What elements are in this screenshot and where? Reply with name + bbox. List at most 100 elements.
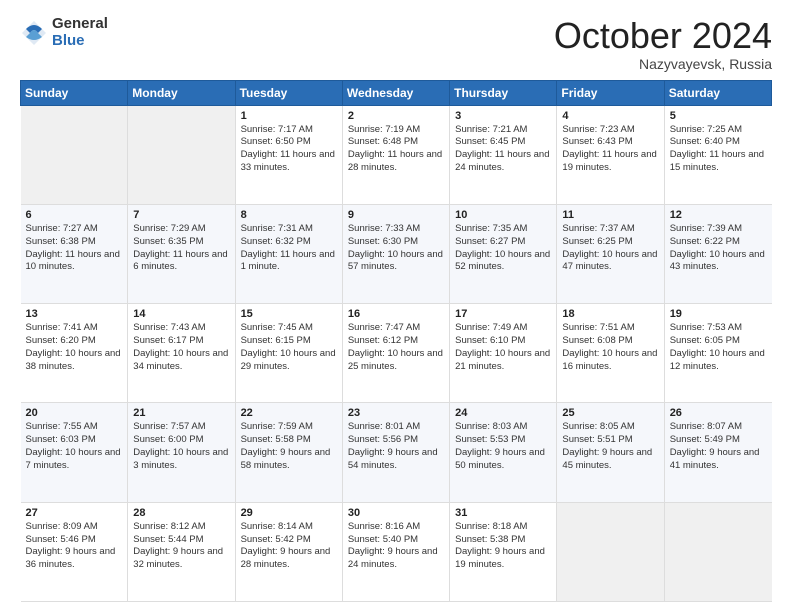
day-number: 21 — [133, 407, 229, 419]
sunrise-text: Sunrise: 7:55 AM — [26, 421, 123, 434]
sunset-text: Sunset: 6:08 PM — [562, 335, 658, 348]
month-title: October 2024 — [554, 16, 772, 56]
sunset-text: Sunset: 6:00 PM — [133, 434, 229, 447]
table-row: 25 Sunrise: 8:05 AM Sunset: 5:51 PM Dayl… — [557, 403, 664, 502]
sunrise-text: Sunrise: 7:27 AM — [26, 223, 123, 236]
day-number: 19 — [670, 308, 767, 320]
day-number: 10 — [455, 209, 551, 221]
table-row: 14 Sunrise: 7:43 AM Sunset: 6:17 PM Dayl… — [128, 304, 235, 403]
sunrise-text: Sunrise: 7:57 AM — [133, 421, 229, 434]
sunrise-text: Sunrise: 8:14 AM — [241, 521, 337, 534]
table-row: 13 Sunrise: 7:41 AM Sunset: 6:20 PM Dayl… — [21, 304, 128, 403]
sunset-text: Sunset: 5:53 PM — [455, 434, 551, 447]
sunrise-text: Sunrise: 8:16 AM — [348, 521, 444, 534]
sunset-text: Sunset: 5:51 PM — [562, 434, 658, 447]
logo-text: General Blue — [52, 16, 108, 49]
calendar-week-row: 1 Sunrise: 7:17 AM Sunset: 6:50 PM Dayli… — [21, 105, 772, 204]
table-row — [21, 105, 128, 204]
sunset-text: Sunset: 6:05 PM — [670, 335, 767, 348]
table-row: 29 Sunrise: 8:14 AM Sunset: 5:42 PM Dayl… — [235, 502, 342, 601]
calendar-week-row: 27 Sunrise: 8:09 AM Sunset: 5:46 PM Dayl… — [21, 502, 772, 601]
daylight-text: Daylight: 11 hours and 24 minutes. — [455, 149, 551, 175]
sunrise-text: Sunrise: 7:51 AM — [562, 322, 658, 335]
table-row: 16 Sunrise: 7:47 AM Sunset: 6:12 PM Dayl… — [342, 304, 449, 403]
sunset-text: Sunset: 6:40 PM — [670, 136, 767, 149]
daylight-text: Daylight: 9 hours and 19 minutes. — [455, 546, 551, 572]
sunrise-text: Sunrise: 7:33 AM — [348, 223, 444, 236]
table-row: 9 Sunrise: 7:33 AM Sunset: 6:30 PM Dayli… — [342, 204, 449, 303]
daylight-text: Daylight: 9 hours and 41 minutes. — [670, 447, 767, 473]
daylight-text: Daylight: 10 hours and 29 minutes. — [241, 348, 337, 374]
calendar-table: Sunday Monday Tuesday Wednesday Thursday… — [20, 80, 772, 602]
sunset-text: Sunset: 6:22 PM — [670, 236, 767, 249]
sunset-text: Sunset: 6:27 PM — [455, 236, 551, 249]
daylight-text: Daylight: 10 hours and 57 minutes. — [348, 249, 444, 275]
sunrise-text: Sunrise: 7:43 AM — [133, 322, 229, 335]
day-number: 6 — [26, 209, 123, 221]
daylight-text: Daylight: 9 hours and 36 minutes. — [26, 546, 123, 572]
day-number: 26 — [670, 407, 767, 419]
sunset-text: Sunset: 6:10 PM — [455, 335, 551, 348]
day-number: 8 — [241, 209, 337, 221]
sunset-text: Sunset: 6:45 PM — [455, 136, 551, 149]
daylight-text: Daylight: 10 hours and 16 minutes. — [562, 348, 658, 374]
day-number: 14 — [133, 308, 229, 320]
title-block: October 2024 Nazyvayevsk, Russia — [554, 16, 772, 72]
daylight-text: Daylight: 11 hours and 19 minutes. — [562, 149, 658, 175]
daylight-text: Daylight: 10 hours and 52 minutes. — [455, 249, 551, 275]
day-number: 25 — [562, 407, 658, 419]
col-thursday: Thursday — [450, 80, 557, 105]
table-row: 20 Sunrise: 7:55 AM Sunset: 6:03 PM Dayl… — [21, 403, 128, 502]
sunrise-text: Sunrise: 7:25 AM — [670, 124, 767, 137]
sunrise-text: Sunrise: 7:17 AM — [241, 124, 337, 137]
table-row: 5 Sunrise: 7:25 AM Sunset: 6:40 PM Dayli… — [664, 105, 771, 204]
table-row: 21 Sunrise: 7:57 AM Sunset: 6:00 PM Dayl… — [128, 403, 235, 502]
table-row: 24 Sunrise: 8:03 AM Sunset: 5:53 PM Dayl… — [450, 403, 557, 502]
daylight-text: Daylight: 10 hours and 7 minutes. — [26, 447, 123, 473]
daylight-text: Daylight: 10 hours and 3 minutes. — [133, 447, 229, 473]
sunset-text: Sunset: 6:48 PM — [348, 136, 444, 149]
col-friday: Friday — [557, 80, 664, 105]
calendar-week-row: 20 Sunrise: 7:55 AM Sunset: 6:03 PM Dayl… — [21, 403, 772, 502]
day-number: 12 — [670, 209, 767, 221]
sunrise-text: Sunrise: 8:01 AM — [348, 421, 444, 434]
day-number: 9 — [348, 209, 444, 221]
col-sunday: Sunday — [21, 80, 128, 105]
daylight-text: Daylight: 9 hours and 54 minutes. — [348, 447, 444, 473]
daylight-text: Daylight: 10 hours and 47 minutes. — [562, 249, 658, 275]
calendar-header-row: Sunday Monday Tuesday Wednesday Thursday… — [21, 80, 772, 105]
table-row: 4 Sunrise: 7:23 AM Sunset: 6:43 PM Dayli… — [557, 105, 664, 204]
sunrise-text: Sunrise: 7:37 AM — [562, 223, 658, 236]
day-number: 24 — [455, 407, 551, 419]
logo-icon — [20, 19, 48, 47]
day-number: 31 — [455, 507, 551, 519]
sunset-text: Sunset: 5:56 PM — [348, 434, 444, 447]
page: General Blue October 2024 Nazyvayevsk, R… — [0, 0, 792, 612]
sunrise-text: Sunrise: 7:59 AM — [241, 421, 337, 434]
table-row: 31 Sunrise: 8:18 AM Sunset: 5:38 PM Dayl… — [450, 502, 557, 601]
sunset-text: Sunset: 5:40 PM — [348, 534, 444, 547]
daylight-text: Daylight: 11 hours and 15 minutes. — [670, 149, 767, 175]
table-row: 3 Sunrise: 7:21 AM Sunset: 6:45 PM Dayli… — [450, 105, 557, 204]
table-row: 7 Sunrise: 7:29 AM Sunset: 6:35 PM Dayli… — [128, 204, 235, 303]
daylight-text: Daylight: 10 hours and 25 minutes. — [348, 348, 444, 374]
day-number: 17 — [455, 308, 551, 320]
sunset-text: Sunset: 5:46 PM — [26, 534, 123, 547]
day-number: 11 — [562, 209, 658, 221]
sunrise-text: Sunrise: 7:23 AM — [562, 124, 658, 137]
sunrise-text: Sunrise: 7:21 AM — [455, 124, 551, 137]
daylight-text: Daylight: 10 hours and 38 minutes. — [26, 348, 123, 374]
daylight-text: Daylight: 9 hours and 58 minutes. — [241, 447, 337, 473]
col-monday: Monday — [128, 80, 235, 105]
sunrise-text: Sunrise: 7:29 AM — [133, 223, 229, 236]
table-row: 22 Sunrise: 7:59 AM Sunset: 5:58 PM Dayl… — [235, 403, 342, 502]
sunset-text: Sunset: 5:42 PM — [241, 534, 337, 547]
sunset-text: Sunset: 6:50 PM — [241, 136, 337, 149]
sunset-text: Sunset: 6:35 PM — [133, 236, 229, 249]
sunset-text: Sunset: 5:58 PM — [241, 434, 337, 447]
sunrise-text: Sunrise: 8:09 AM — [26, 521, 123, 534]
daylight-text: Daylight: 9 hours and 28 minutes. — [241, 546, 337, 572]
table-row: 12 Sunrise: 7:39 AM Sunset: 6:22 PM Dayl… — [664, 204, 771, 303]
sunset-text: Sunset: 5:49 PM — [670, 434, 767, 447]
day-number: 28 — [133, 507, 229, 519]
